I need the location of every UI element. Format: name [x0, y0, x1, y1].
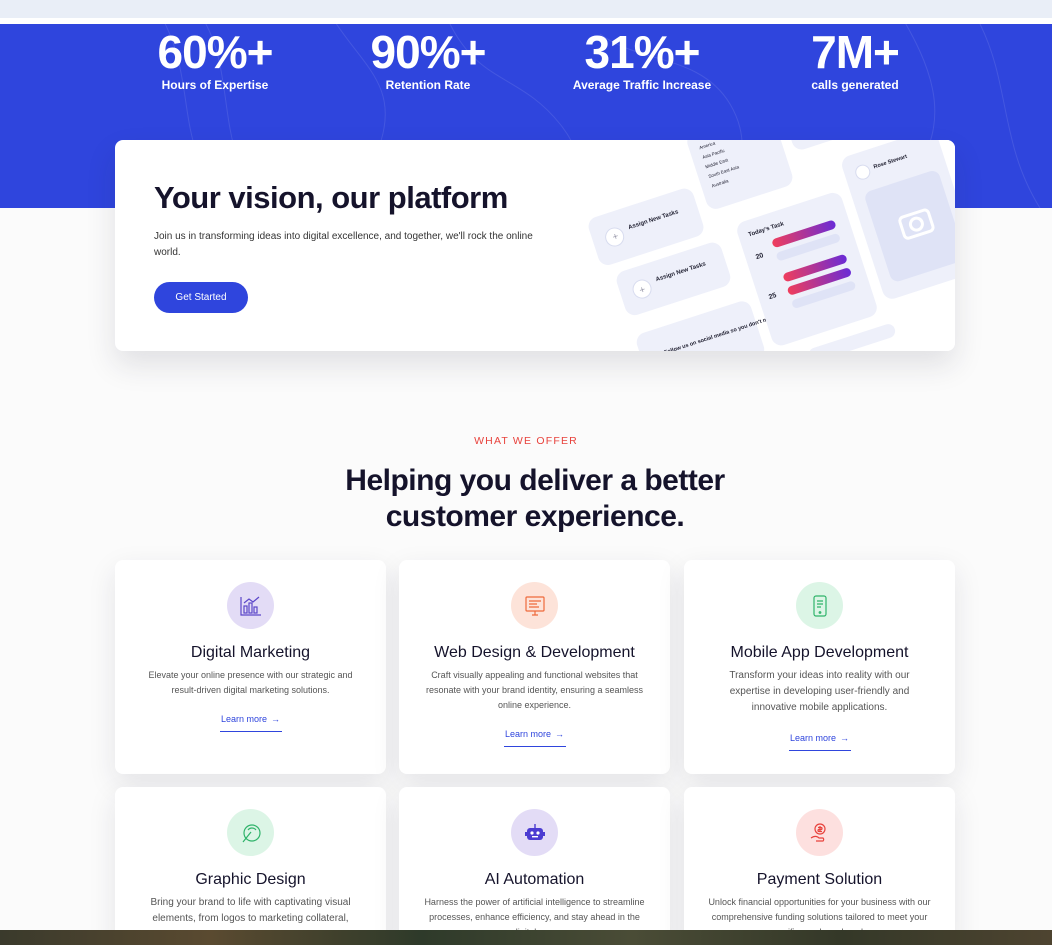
- app-mockup-illustration: + Assign New Tasks + Assign New Tasks He…: [585, 140, 955, 351]
- robot-icon: [511, 809, 558, 856]
- stat-4: 7M+ calls generated: [750, 28, 960, 92]
- mobile-icon: [796, 582, 843, 629]
- service-card-graphic-design: Graphic Design Bring your brand to life …: [115, 787, 386, 945]
- footer-image-strip: [0, 930, 1052, 945]
- palette-icon: [227, 809, 274, 856]
- learn-more-link[interactable]: Learn more →: [503, 729, 566, 747]
- stat-1: 60%+ Hours of Expertise: [110, 28, 320, 92]
- service-title: Mobile App Development: [730, 644, 909, 661]
- stat-3: 31%+ Average Traffic Increase: [537, 28, 747, 92]
- top-nav-strip: [0, 0, 1052, 18]
- service-title: Payment Solution: [756, 871, 883, 888]
- service-title: Web Design & Development: [434, 644, 635, 661]
- vision-title: Your vision, our platform: [154, 180, 508, 215]
- service-description: Craft visually appealing and functional …: [426, 670, 643, 710]
- service-card-mobile-app: Mobile App Development Transform your id…: [684, 560, 955, 774]
- learn-more-label: Learn more: [220, 714, 268, 724]
- learn-more-label: Learn more: [504, 729, 552, 739]
- stat-label: calls generated: [811, 78, 899, 92]
- stat-2: 90%+ Retention Rate: [323, 28, 533, 92]
- arrow-right-icon: →: [555, 729, 565, 739]
- vision-card: Your vision, our platform Join us in tra…: [115, 140, 955, 351]
- stat-value: 90%+: [370, 26, 487, 78]
- money-hand-icon: [796, 809, 843, 856]
- service-title: Digital Marketing: [190, 644, 311, 661]
- service-description: Transform your ideas into reality with o…: [729, 670, 910, 713]
- service-card-payment-solution: Payment Solution Unlock financial opport…: [684, 787, 955, 945]
- stat-label: Hours of Expertise: [161, 78, 269, 92]
- service-title: Graphic Design: [195, 871, 306, 888]
- arrow-right-icon: →: [840, 733, 850, 743]
- vision-text: Join us in transforming ideas into digit…: [154, 231, 533, 258]
- service-description: Elevate your online presence with our st…: [148, 670, 353, 695]
- learn-more-link[interactable]: Learn more →: [788, 733, 851, 751]
- stat-label: Average Traffic Increase: [572, 78, 712, 92]
- stat-value: 31%+: [584, 26, 701, 78]
- service-description: Bring your brand to life with captivatin…: [150, 897, 351, 924]
- stat-value: 60%+: [157, 26, 274, 78]
- learn-more-link[interactable]: Learn more →: [219, 714, 282, 732]
- service-title: AI Automation: [484, 871, 585, 888]
- service-card-ai-automation: AI Automation Harness the power of artif…: [399, 787, 670, 945]
- learn-more-label: Learn more: [789, 733, 837, 743]
- get-started-button[interactable]: Get Started: [154, 282, 248, 313]
- chart-icon: [227, 582, 274, 629]
- service-card-digital-marketing: Digital Marketing Elevate your online pr…: [115, 560, 386, 774]
- service-card-web-design: Web Design & Development Craft visually …: [399, 560, 670, 774]
- section-eyebrow: WHAT WE OFFER: [474, 435, 578, 447]
- arrow-right-icon: →: [271, 714, 281, 724]
- stat-value: 7M+: [811, 26, 900, 78]
- section-title: Helping you deliver a better customer ex…: [345, 464, 725, 533]
- stat-label: Retention Rate: [385, 78, 471, 92]
- monitor-icon: [511, 582, 558, 629]
